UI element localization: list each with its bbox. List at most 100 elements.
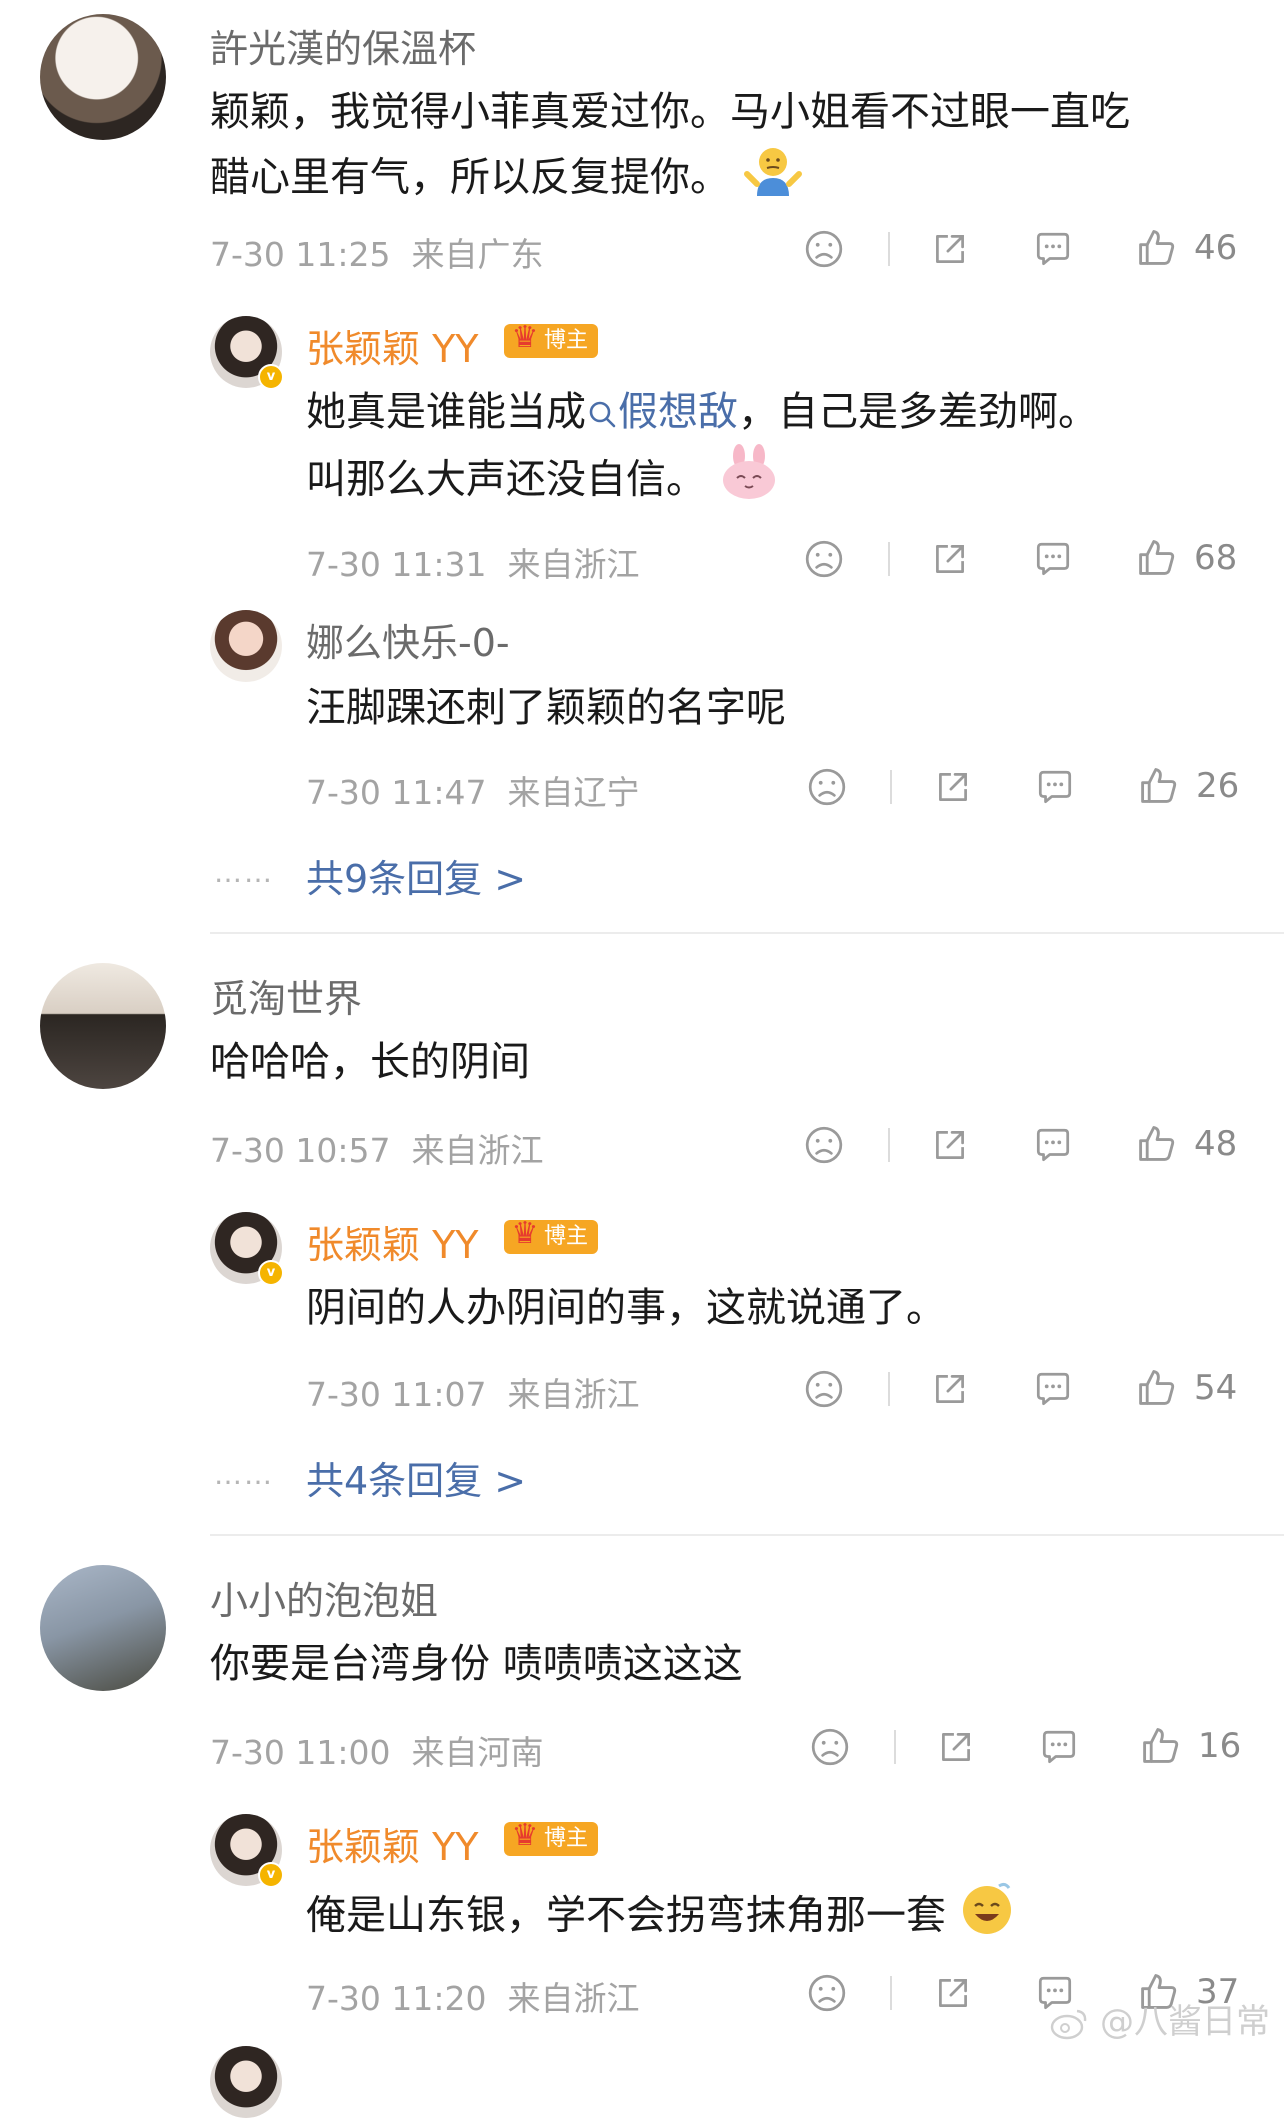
comment-icon[interactable] (1038, 1726, 1080, 1768)
bunny-emoji-icon (719, 444, 779, 519)
view-more-replies-link[interactable]: 共4条回复 > (306, 1450, 526, 1505)
verified-icon: v (258, 1862, 284, 1888)
comment-meta: 7-30 11:25 来自广东 (210, 228, 543, 276)
crown-icon: ♛ (511, 320, 539, 355)
like-count: 54 (1194, 1368, 1238, 1408)
comment-meta: 7-30 11:00 来自河南 (210, 1726, 543, 1774)
comment-icon[interactable] (1032, 538, 1074, 580)
more-dots: …… (214, 856, 274, 889)
comment-time: 7-30 10:57 (210, 1131, 391, 1170)
comment-location: 来自浙江 (411, 1131, 544, 1170)
weibo-logo-icon (1050, 2009, 1087, 2039)
divider (888, 1128, 890, 1162)
reply-time: 7-30 11:31 (306, 545, 487, 584)
reply-meta: 7-30 11:20 来自浙江 (306, 1972, 639, 2020)
like-icon[interactable] (1136, 764, 1180, 808)
divider (210, 1534, 1284, 1536)
reply-meta: 7-30 11:31 来自浙江 (306, 538, 639, 586)
avatar[interactable] (40, 963, 166, 1089)
reply-text: 俺是山东银，学不会拐弯抹角那一套 (306, 1880, 1015, 1955)
comment-location: 来自广东 (411, 235, 544, 274)
reply-meta: 7-30 11:47 来自辽宁 (306, 766, 639, 814)
reply-author[interactable]: 张颖颖 YY (306, 1214, 479, 1269)
share-icon[interactable] (929, 228, 971, 270)
comment-text-line: 醋心里有气，所以反复提你。 (210, 154, 730, 201)
share-icon[interactable] (929, 1368, 971, 1410)
comment-author[interactable]: 許光漢的保溫杯 (210, 18, 476, 73)
verified-icon: v (258, 364, 284, 390)
comment-text: 颖颖，我觉得小菲真爱过你。马小姐看不过眼一直吃 (210, 80, 1130, 144)
comment-icon[interactable] (1034, 766, 1076, 808)
divider (210, 932, 1284, 934)
comment-text: 你要是台湾身份 啧啧啧这这这 (210, 1641, 743, 1687)
reply-location: 来自浙江 (507, 1979, 640, 2018)
grin-emoji-icon (959, 1880, 1015, 1955)
comment-text: 醋心里有气，所以反复提你。 (210, 144, 803, 215)
comment-icon[interactable] (1032, 1368, 1074, 1410)
dislike-icon[interactable] (803, 228, 845, 270)
divider (890, 770, 892, 804)
reply-text-part: ，自己是多差劲啊。 (738, 389, 1098, 435)
dislike-icon[interactable] (809, 1726, 851, 1768)
avatar[interactable] (210, 610, 282, 682)
reply-location: 来自辽宁 (507, 773, 640, 812)
share-icon[interactable] (929, 1124, 971, 1166)
comment-time: 7-30 11:25 (210, 235, 391, 274)
dislike-icon[interactable] (803, 538, 845, 580)
reply-text: 她真是谁能当成 假想敌，自己是多差劲啊。 (306, 380, 1098, 444)
like-icon[interactable] (1134, 1122, 1178, 1166)
divider (890, 1976, 892, 2010)
crown-icon: ♛ (511, 1818, 539, 1853)
reply-time: 7-30 11:07 (306, 1375, 487, 1414)
blogger-badge: ♛ 博主 (504, 320, 599, 358)
comment-author[interactable]: 小小的泡泡姐 (210, 1570, 438, 1625)
like-count: 68 (1194, 538, 1238, 578)
comment-text: 哈哈哈，长的阴间 (210, 1039, 530, 1085)
share-icon[interactable] (929, 538, 971, 580)
divider (894, 1730, 896, 1764)
divider (888, 232, 890, 266)
view-more-replies-link[interactable]: 共9条回复 > (306, 848, 526, 903)
watermark-text: @八酱日常 (1100, 2002, 1270, 2042)
avatar[interactable] (40, 1565, 166, 1691)
reply-text-part: 她真是谁能当成 (306, 389, 586, 435)
badge-label: 博主 (544, 1224, 589, 1249)
dislike-icon[interactable] (806, 1972, 848, 2014)
badge-label: 博主 (544, 1826, 589, 1851)
like-icon[interactable] (1134, 226, 1178, 270)
reply-text: 汪脚踝还刺了颖颖的名字呢 (306, 685, 786, 731)
search-topic-link[interactable]: 假想敌 (586, 389, 738, 435)
like-count: 48 (1194, 1124, 1238, 1164)
share-icon[interactable] (935, 1726, 977, 1768)
reply-meta: 7-30 11:07 来自浙江 (306, 1368, 639, 1416)
more-dots: …… (214, 1458, 274, 1491)
reply-time: 7-30 11:47 (306, 773, 487, 812)
like-count: 26 (1196, 766, 1240, 806)
share-icon[interactable] (932, 766, 974, 808)
reply-text: 叫那么大声还没自信。 (306, 444, 779, 519)
comment-text-line: 颖颖，我觉得小菲真爱过你。马小姐看不过眼一直吃 (210, 89, 1130, 135)
reply-text-line: 俺是山东银，学不会拐弯抹角那一套 (306, 1892, 946, 1939)
dislike-icon[interactable] (803, 1368, 845, 1410)
share-icon[interactable] (932, 1972, 974, 2014)
comment-icon[interactable] (1032, 1124, 1074, 1166)
divider (888, 1372, 890, 1406)
reply-author[interactable]: 张颖颖 YY (306, 1816, 479, 1871)
comment-author[interactable]: 觅淘世界 (210, 968, 362, 1023)
like-icon[interactable] (1138, 1724, 1182, 1768)
reply-author[interactable]: 张颖颖 YY (306, 318, 479, 373)
blogger-badge: ♛ 博主 (504, 1818, 599, 1856)
like-count: 46 (1194, 228, 1238, 268)
dislike-icon[interactable] (806, 766, 848, 808)
dislike-icon[interactable] (803, 1124, 845, 1166)
reply-location: 来自浙江 (507, 1375, 640, 1414)
like-icon[interactable] (1134, 1366, 1178, 1410)
reply-text-line: 叫那么大声还没自信。 (306, 456, 706, 503)
comment-location: 来自河南 (411, 1733, 544, 1772)
like-count: 16 (1198, 1726, 1242, 1766)
avatar[interactable] (40, 14, 166, 140)
blogger-badge: ♛ 博主 (504, 1216, 599, 1254)
like-icon[interactable] (1134, 536, 1178, 580)
reply-author[interactable]: 娜么快乐-0- (306, 612, 510, 667)
comment-icon[interactable] (1032, 228, 1074, 270)
